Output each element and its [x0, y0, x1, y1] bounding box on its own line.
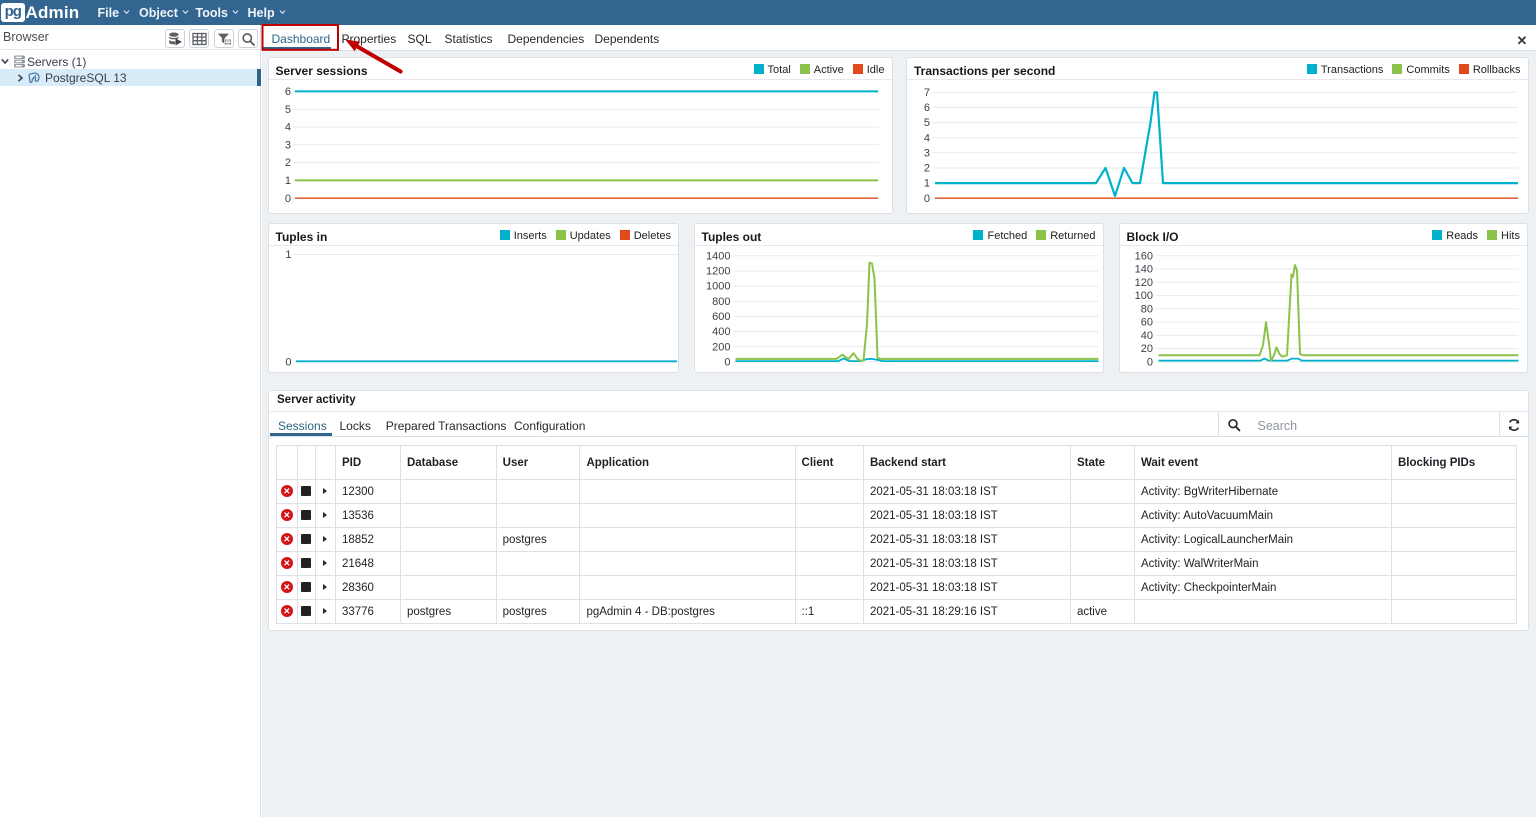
svg-text:100: 100 [1134, 290, 1152, 302]
svg-text:60: 60 [1140, 317, 1152, 329]
svg-text:0: 0 [284, 193, 290, 205]
svg-text:0: 0 [724, 357, 730, 369]
svg-text:0: 0 [1146, 357, 1152, 369]
svg-text:80: 80 [1140, 303, 1152, 315]
svg-text:6: 6 [924, 102, 930, 114]
svg-text:140: 140 [1134, 264, 1152, 276]
svg-text:160: 160 [1134, 250, 1152, 262]
svg-text:1: 1 [285, 249, 291, 261]
svg-text:1: 1 [924, 178, 930, 190]
svg-text:3: 3 [284, 139, 290, 151]
svg-text:1200: 1200 [706, 266, 730, 278]
svg-text:1000: 1000 [706, 281, 730, 293]
svg-text:40: 40 [1140, 330, 1152, 342]
svg-text:6: 6 [284, 86, 290, 98]
svg-text:3: 3 [924, 147, 930, 159]
svg-text:1400: 1400 [706, 250, 730, 262]
svg-text:5: 5 [924, 117, 930, 129]
svg-text:1: 1 [284, 175, 290, 187]
svg-text:200: 200 [712, 341, 730, 353]
svg-text:7: 7 [924, 87, 930, 99]
svg-text:400: 400 [712, 326, 730, 338]
svg-text:2: 2 [924, 163, 930, 175]
svg-text:2: 2 [284, 157, 290, 169]
svg-text:0: 0 [285, 356, 291, 368]
svg-text:5: 5 [284, 104, 290, 116]
svg-text:20: 20 [1140, 343, 1152, 355]
svg-text:0: 0 [924, 193, 930, 205]
svg-text:4: 4 [284, 122, 290, 134]
svg-text:800: 800 [712, 296, 730, 308]
svg-text:4: 4 [924, 132, 930, 144]
svg-text:120: 120 [1134, 277, 1152, 289]
svg-text:600: 600 [712, 311, 730, 323]
